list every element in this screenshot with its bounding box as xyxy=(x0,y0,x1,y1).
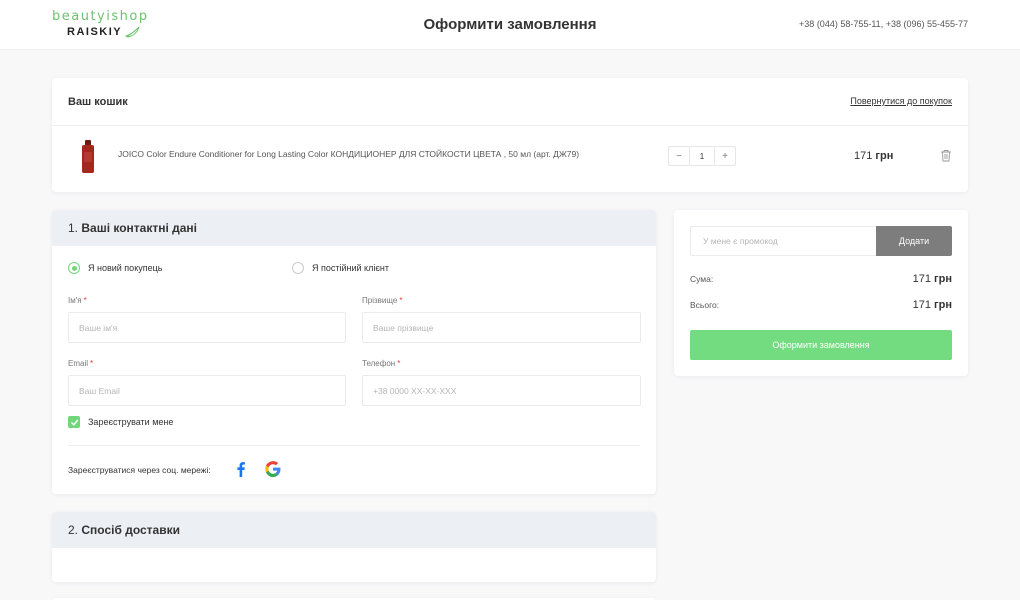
email-field[interactable] xyxy=(68,375,346,406)
google-icon[interactable] xyxy=(264,460,282,478)
section-title: 2. Спосіб доставки xyxy=(68,523,180,537)
phone-field[interactable] xyxy=(362,375,641,406)
social-register-label: Зареєструватися через соц. мережі: xyxy=(68,465,211,475)
section-number: 2. xyxy=(68,523,79,537)
quantity-stepper: − 1 + xyxy=(668,146,736,166)
total-label: Всього: xyxy=(690,300,720,310)
subtotal-value: 171 грн xyxy=(913,273,952,285)
facebook-icon[interactable] xyxy=(232,460,250,478)
divider xyxy=(68,445,640,446)
section-title: 1. Ваші контактні дані xyxy=(68,221,197,235)
phone-label-text: Телефон xyxy=(362,359,396,368)
email-label-text: Email xyxy=(68,359,89,368)
radio-new-customer[interactable]: Я новий покупець xyxy=(68,262,162,274)
radio-indicator xyxy=(292,262,304,274)
register-checkbox[interactable]: Зареєструвати мене xyxy=(68,416,173,428)
subtotal-currency: грн xyxy=(934,273,952,285)
qty-increase-button[interactable]: + xyxy=(715,147,735,165)
back-to-shopping-link[interactable]: Повернутися до покупок xyxy=(850,96,952,106)
add-promo-button[interactable]: Додати xyxy=(876,226,952,256)
surname-label: Прізвище * xyxy=(362,296,402,305)
order-summary-panel: Додати Сума: 171 грн Всього: 171 грн Офо… xyxy=(674,210,968,376)
cart-header: Ваш кошик Повернутися до покупок xyxy=(52,78,968,126)
radio-indicator-checked xyxy=(68,262,80,274)
trash-icon[interactable] xyxy=(940,149,952,162)
section-header: 1. Ваші контактні дані xyxy=(52,210,656,246)
contact-details-section: 1. Ваші контактні дані Я новий покупець … xyxy=(52,210,656,494)
total-currency: грн xyxy=(934,299,952,311)
required-mark: * xyxy=(399,296,403,305)
cart-item: JOICO Color Endure Conditioner for Long … xyxy=(52,126,968,192)
required-mark: * xyxy=(397,359,401,368)
required-mark: * xyxy=(83,296,87,305)
subtotal-label: Сума: xyxy=(690,274,714,284)
subtotal-row: Сума: 171 грн xyxy=(690,273,952,285)
place-order-button[interactable]: Оформити замовлення xyxy=(690,330,952,360)
item-price-currency: грн xyxy=(875,150,894,162)
total-amount: 171 xyxy=(912,299,931,311)
qty-decrease-button[interactable]: − xyxy=(669,147,689,165)
product-name[interactable]: JOICO Color Endure Conditioner for Long … xyxy=(118,149,658,159)
item-price: 171 грн xyxy=(854,150,893,162)
delivery-method-section: 2. Спосіб доставки xyxy=(52,512,656,582)
register-checkbox-label: Зареєструвати мене xyxy=(88,417,174,427)
qty-value[interactable]: 1 xyxy=(689,147,715,165)
total-value: 171 грн xyxy=(913,299,952,311)
cart-title: Ваш кошик xyxy=(68,96,128,108)
site-header: beautyishop RAISKIY Оформити замовлення … xyxy=(0,0,1020,50)
subtotal-amount: 171 xyxy=(912,273,931,285)
surname-field[interactable] xyxy=(362,312,641,343)
item-price-value: 171 xyxy=(854,150,873,162)
name-label: Ім'я * xyxy=(68,296,87,305)
surname-label-text: Прізвище xyxy=(362,296,398,305)
section-header[interactable]: 2. Спосіб доставки xyxy=(52,512,656,548)
section-title-text: Ваші контактні дані xyxy=(81,221,198,235)
checkmark-icon xyxy=(70,419,78,426)
checkbox-checked xyxy=(68,416,80,428)
name-field[interactable] xyxy=(68,312,346,343)
section-title-text: Спосіб доставки xyxy=(81,523,180,537)
radio-existing-customer-label: Я постійний клієнт xyxy=(312,263,390,273)
required-mark: * xyxy=(90,359,94,368)
radio-existing-customer[interactable]: Я постійний клієнт xyxy=(292,262,389,274)
radio-new-customer-label: Я новий покупець xyxy=(88,263,163,273)
name-label-text: Ім'я xyxy=(68,296,82,305)
cart-panel: Ваш кошик Повернутися до покупок JOICO C… xyxy=(52,78,968,192)
promo-code-input[interactable] xyxy=(690,226,876,256)
email-label: Email * xyxy=(68,359,93,368)
section-number: 1. xyxy=(68,221,79,235)
phone-label: Телефон * xyxy=(362,359,400,368)
product-bottle-icon[interactable] xyxy=(80,140,96,174)
total-row: Всього: 171 грн xyxy=(690,299,952,311)
contact-phones[interactable]: +38 (044) 58-755-11, +38 (096) 55-455-77 xyxy=(799,19,968,29)
